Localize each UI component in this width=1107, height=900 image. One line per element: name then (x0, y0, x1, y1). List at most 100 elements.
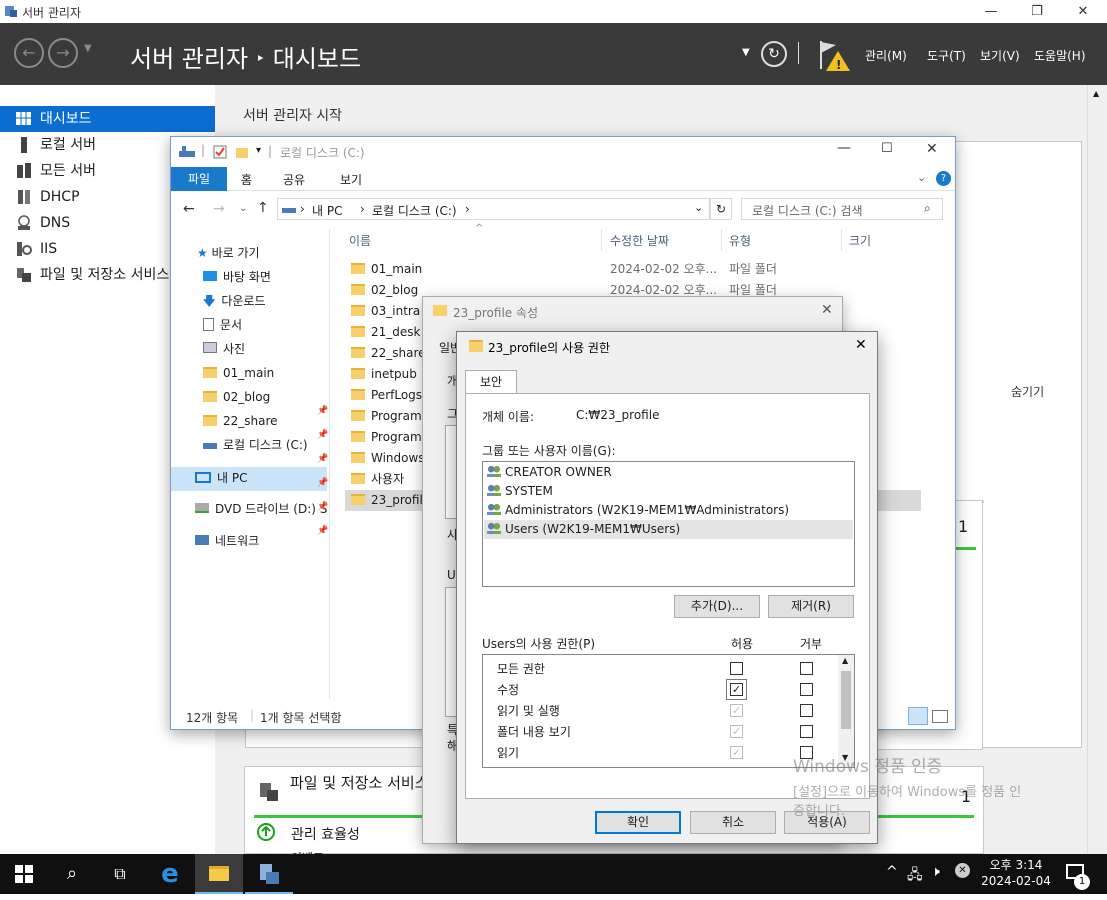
nav-dvd[interactable]: DVD 드라이브 (D:) S (195, 499, 327, 520)
user-row[interactable]: SYSTEM (487, 482, 553, 501)
address-dropdown-icon[interactable]: ⌄ (694, 201, 703, 214)
tab-view[interactable]: 보기 (340, 171, 362, 188)
column-date[interactable]: 수정한 날짜 (610, 232, 669, 249)
up-arrow-icon[interactable]: ↑ (257, 200, 269, 216)
explorer-maximize[interactable]: ☐ (881, 141, 893, 156)
scroll-up-icon[interactable]: ▲ (1093, 89, 1099, 98)
new-folder-qa-icon[interactable] (235, 145, 249, 159)
allow-checkbox[interactable]: ✓ (730, 683, 743, 696)
refresh-icon[interactable]: ↻ (761, 41, 787, 67)
file-row[interactable]: 03_intra (351, 301, 420, 322)
scroll-thumb[interactable] (841, 671, 851, 729)
deny-checkbox[interactable] (800, 725, 813, 738)
deny-checkbox[interactable] (800, 704, 813, 717)
search-icon[interactable]: ⌕ (924, 201, 931, 216)
task-view-button[interactable]: ⧉ (96, 854, 144, 894)
nav-02-blog[interactable]: 02_blog (203, 387, 270, 408)
nav-this-pc-selected[interactable]: 내 PC (171, 467, 327, 491)
dashboard-scrollbar[interactable]: ▲ (1087, 85, 1107, 854)
scroll-up-icon[interactable]: ▲ (842, 656, 848, 665)
allow-checkbox[interactable]: ✓ (730, 746, 743, 759)
recent-dropdown-icon[interactable]: ⌄ (239, 203, 247, 214)
properties-qa-icon[interactable] (213, 145, 227, 159)
pane-splitter[interactable] (329, 229, 330, 699)
tab-home[interactable]: 홈 (241, 171, 252, 188)
ok-button[interactable]: 확인 (595, 811, 681, 834)
nav-pictures[interactable]: 사진 (203, 339, 245, 360)
large-icons-view-icon[interactable] (932, 710, 948, 723)
notification-flag-icon[interactable]: ! (818, 39, 852, 73)
volume-muted-icon[interactable]: 🕨 (931, 864, 940, 880)
nav-documents[interactable]: 문서 (203, 315, 242, 336)
file-row[interactable]: 02_blog (351, 280, 418, 301)
file-row[interactable]: Program F (351, 406, 432, 427)
tray-expand-icon[interactable]: ^ (886, 864, 898, 880)
error-tray-icon[interactable]: ✕ (955, 863, 970, 878)
refresh-icon[interactable]: ↻ (710, 198, 732, 220)
nav-local-disk[interactable]: 로컬 디스크 (C:) (203, 435, 308, 456)
close-button[interactable]: ✕ (1060, 0, 1106, 23)
breadcrumb-root[interactable]: 서버 관리자 (130, 45, 248, 73)
nav-01-main[interactable]: 01_main (203, 363, 274, 384)
file-row[interactable]: 사용자 (351, 469, 404, 490)
tab-share[interactable]: 공유 (283, 171, 305, 188)
add-button[interactable]: 추가(D)... (674, 595, 760, 618)
user-row[interactable]: CREATOR OWNER (487, 463, 612, 482)
allow-checkbox[interactable]: ✓ (730, 725, 743, 738)
user-listbox[interactable]: CREATOR OWNER SYSTEM Administrators (W2K… (482, 461, 855, 587)
properties-close-icon[interactable]: ✕ (821, 302, 833, 318)
menu-tools[interactable]: 도구(T) (927, 47, 966, 64)
nav-quick-access[interactable]: ★ 바로 가기 (197, 243, 260, 264)
column-size[interactable]: 크기 (849, 232, 871, 249)
minimize-button[interactable]: — (968, 0, 1014, 23)
deny-checkbox[interactable] (800, 662, 813, 675)
nav-desktop[interactable]: 바탕 화면 (203, 267, 271, 288)
dropdown-icon[interactable]: ▼ (742, 47, 750, 58)
forward-button[interactable]: → (48, 38, 78, 68)
sidebar-item-dashboard[interactable]: 대시보드 (0, 106, 215, 132)
explorer-minimize[interactable]: — (837, 140, 851, 156)
file-row[interactable]: inetpub (351, 364, 417, 385)
address-segment-drive[interactable]: 로컬 디스크 (C:) (372, 202, 457, 219)
hide-link[interactable]: 숨기기 (1011, 383, 1044, 400)
file-row[interactable]: Windows (351, 448, 425, 469)
clock[interactable]: 오후 3:14 2024-02-04 (976, 857, 1056, 889)
qa-dropdown-icon[interactable]: ▾ (256, 145, 261, 156)
user-row[interactable]: Administrators (W2K19-MEM1₩Administrator… (487, 501, 789, 520)
address-segment-pc[interactable]: 내 PC (312, 202, 342, 219)
file-row[interactable]: PerfLogs (351, 385, 422, 406)
details-view-icon[interactable] (908, 707, 928, 725)
permissions-close-icon[interactable]: ✕ (855, 337, 867, 353)
forward-arrow-icon[interactable]: → (213, 201, 225, 217)
user-row-selected[interactable]: Users (W2K19-MEM1₩Users) (484, 520, 853, 539)
server-manager-taskbar-button[interactable] (245, 854, 293, 894)
back-button[interactable]: ← (14, 38, 44, 68)
ie-button[interactable]: e (146, 854, 194, 894)
column-name[interactable]: 이름 (349, 232, 371, 249)
back-arrow-icon[interactable]: ← (183, 201, 195, 217)
file-row[interactable]: 21_desk (351, 322, 420, 343)
nav-network[interactable]: 네트워크 (195, 531, 259, 552)
file-row[interactable]: Program F (351, 427, 432, 448)
permissions-scrollbar[interactable]: ▲ ▼ (838, 655, 854, 767)
restore-button[interactable]: ❐ (1014, 0, 1060, 23)
ribbon-expand-icon[interactable]: ⌄ (917, 171, 926, 184)
explorer-close[interactable]: ✕ (926, 141, 938, 157)
menu-view[interactable]: 보기(V) (980, 47, 1020, 64)
history-dropdown-icon[interactable]: ▼ (84, 43, 92, 54)
network-tray-icon[interactable]: 🖧 (907, 864, 923, 888)
menu-help[interactable]: 도움말(H) (1034, 47, 1086, 64)
explorer-taskbar-button[interactable] (195, 854, 243, 894)
remove-button[interactable]: 제거(R) (768, 595, 854, 618)
file-row[interactable]: 22_share (351, 343, 426, 364)
column-type[interactable]: 유형 (729, 232, 751, 249)
manageability-label[interactable]: 관리 효율성 (291, 824, 360, 844)
address-bar[interactable]: › 내 PC › 로컬 디스크 (C:) › ⌄ (277, 198, 710, 220)
file-row[interactable]: 01_main (351, 259, 422, 280)
tab-security[interactable]: 보안 (465, 370, 517, 394)
deny-checkbox[interactable] (800, 683, 813, 696)
cancel-button[interactable]: 취소 (690, 811, 776, 834)
search-input[interactable]: 로컬 디스크 (C:) 검색 ⌕ (741, 198, 943, 220)
allow-checkbox[interactable]: ✓ (730, 704, 743, 717)
tab-file[interactable]: 파일 (171, 167, 227, 191)
